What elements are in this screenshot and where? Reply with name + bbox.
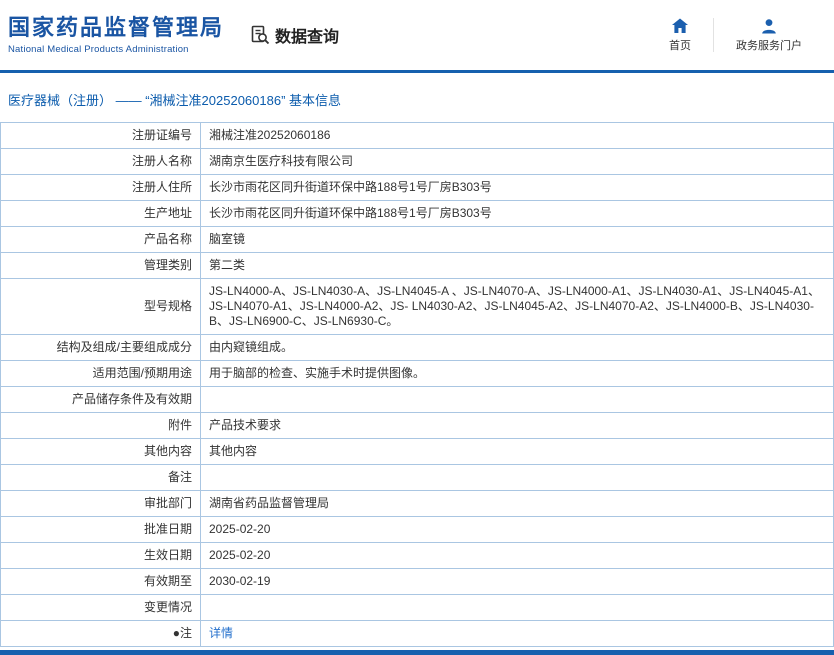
row-label: 变更情况 — [1, 595, 201, 621]
data-query-nav[interactable]: 数据查询 — [250, 23, 339, 47]
table-row: 注册人住所长沙市雨花区同升街道环保中路188号1号厂房B303号 — [1, 175, 834, 201]
row-label: 管理类别 — [1, 253, 201, 279]
data-query-label: 数据查询 — [275, 23, 339, 47]
row-label: 型号规格 — [1, 279, 201, 335]
row-value — [201, 387, 834, 413]
row-value: 脑室镜 — [201, 227, 834, 253]
row-value: JS-LN4000-A、JS-LN4030-A、JS-LN4045-A 、JS-… — [201, 279, 834, 335]
site-header: 国家药品监督管理局 National Medical Products Admi… — [0, 0, 834, 70]
row-value — [201, 465, 834, 491]
row-label: 适用范围/预期用途 — [1, 361, 201, 387]
row-label: 注册人住所 — [1, 175, 201, 201]
data-query-icon — [250, 25, 270, 45]
row-value: 湘械注准20252060186 — [201, 123, 834, 149]
table-row: 产品储存条件及有效期 — [1, 387, 834, 413]
table-row: 产品名称脑室镜 — [1, 227, 834, 253]
row-label: 其他内容 — [1, 439, 201, 465]
portal-link[interactable]: 政务服务门户 — [714, 18, 824, 53]
row-label: 产品储存条件及有效期 — [1, 387, 201, 413]
table-row: 管理类别第二类 — [1, 253, 834, 279]
org-name-cn: 国家药品监督管理局 — [8, 15, 224, 41]
table-row: 其他内容其他内容 — [1, 439, 834, 465]
row-value: 由内窥镜组成。 — [201, 335, 834, 361]
row-value: 2025-02-20 — [201, 543, 834, 569]
row-value: 湖南省药品监督管理局 — [201, 491, 834, 517]
row-value: 第二类 — [201, 253, 834, 279]
table-row: 备注 — [1, 465, 834, 491]
row-label: 生效日期 — [1, 543, 201, 569]
row-value: 2030-02-19 — [201, 569, 834, 595]
row-label: 注册人名称 — [1, 149, 201, 175]
home-icon — [671, 18, 689, 34]
table-row: ●注详情 — [1, 621, 834, 647]
table-row: 适用范围/预期用途用于脑部的检查、实施手术时提供图像。 — [1, 361, 834, 387]
info-table-body: 注册证编号湘械注准20252060186注册人名称湖南京生医疗科技有限公司注册人… — [1, 123, 834, 647]
header-divider — [0, 70, 834, 73]
row-value — [201, 595, 834, 621]
table-row: 结构及组成/主要组成成分由内窥镜组成。 — [1, 335, 834, 361]
user-icon — [760, 18, 778, 34]
org-name-en: National Medical Products Administration — [8, 44, 224, 55]
table-row: 变更情况 — [1, 595, 834, 621]
header-links: 首页 政务服务门户 — [647, 18, 824, 53]
table-row: 附件产品技术要求 — [1, 413, 834, 439]
info-table: 注册证编号湘械注准20252060186注册人名称湖南京生医疗科技有限公司注册人… — [0, 122, 834, 647]
row-label: 审批部门 — [1, 491, 201, 517]
table-row: 审批部门湖南省药品监督管理局 — [1, 491, 834, 517]
table-row: 生效日期2025-02-20 — [1, 543, 834, 569]
home-link[interactable]: 首页 — [647, 18, 713, 53]
footer-bar — [0, 650, 834, 655]
row-label: 结构及组成/主要组成成分 — [1, 335, 201, 361]
row-label: 生产地址 — [1, 201, 201, 227]
row-value: 用于脑部的检查、实施手术时提供图像。 — [201, 361, 834, 387]
portal-label: 政务服务门户 — [736, 37, 802, 53]
detail-link[interactable]: 详情 — [209, 626, 233, 640]
table-row: 注册人名称湖南京生医疗科技有限公司 — [1, 149, 834, 175]
row-value: 2025-02-20 — [201, 517, 834, 543]
row-value: 产品技术要求 — [201, 413, 834, 439]
breadcrumb: 医疗器械（注册） —— “湘械注准20252060186” 基本信息 — [8, 90, 834, 109]
row-value: 长沙市雨花区同升街道环保中路188号1号厂房B303号 — [201, 175, 834, 201]
site-logo: 国家药品监督管理局 National Medical Products Admi… — [8, 15, 224, 55]
row-label: 附件 — [1, 413, 201, 439]
row-label: ●注 — [1, 621, 201, 647]
home-label: 首页 — [669, 37, 691, 53]
row-value: 湖南京生医疗科技有限公司 — [201, 149, 834, 175]
table-row: 批准日期2025-02-20 — [1, 517, 834, 543]
row-label: 注册证编号 — [1, 123, 201, 149]
row-value: 长沙市雨花区同升街道环保中路188号1号厂房B303号 — [201, 201, 834, 227]
row-label: 产品名称 — [1, 227, 201, 253]
row-label: 批准日期 — [1, 517, 201, 543]
table-row: 注册证编号湘械注准20252060186 — [1, 123, 834, 149]
row-label: 有效期至 — [1, 569, 201, 595]
table-row: 生产地址长沙市雨花区同升街道环保中路188号1号厂房B303号 — [1, 201, 834, 227]
row-value: 其他内容 — [201, 439, 834, 465]
table-row: 有效期至2030-02-19 — [1, 569, 834, 595]
row-value: 详情 — [201, 621, 834, 647]
table-row: 型号规格JS-LN4000-A、JS-LN4030-A、JS-LN4045-A … — [1, 279, 834, 335]
row-label: 备注 — [1, 465, 201, 491]
